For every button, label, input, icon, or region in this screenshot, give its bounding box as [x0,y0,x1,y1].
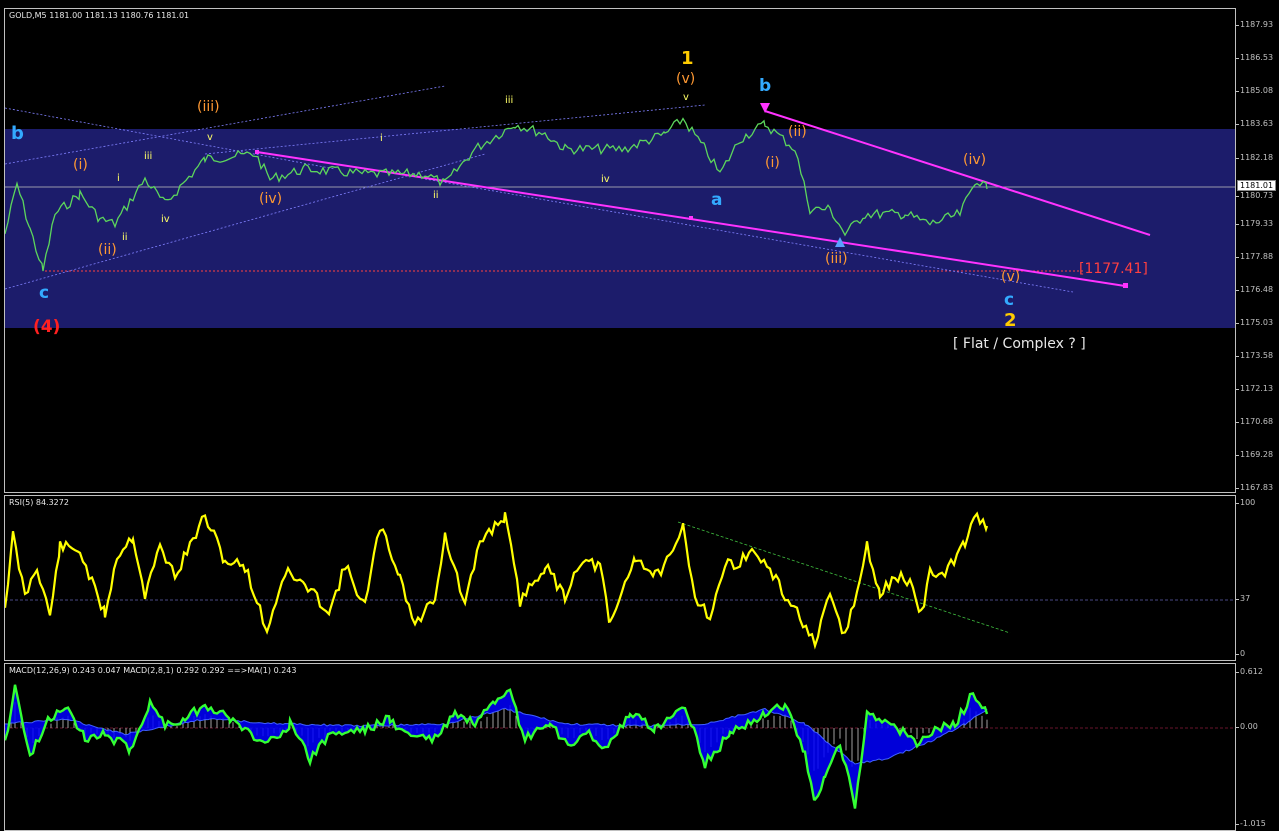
wave-label-ii-small: ii [122,232,128,243]
price-tick: 1172.13 [1235,384,1274,393]
price-tick: 1186.53 [1235,53,1274,62]
rsi-svg [5,511,1235,650]
wave-label-a: a [711,190,723,210]
wave-label-one: 1 [681,48,694,69]
wave-label-i-small: i [117,173,120,184]
wave-label-b-right: b [759,76,772,96]
price-tick: 1177.88 [1235,252,1274,261]
wave-label-ii-small-2: ii [433,190,439,201]
price-tick: 1182.18 [1235,153,1274,162]
wave-label-iv-paren-2: (iv) [963,152,987,168]
target-level-label: [1177.41] [1079,261,1148,277]
macd-scale: 0.612 0.00 -1.015 [1236,663,1279,831]
rsi-pane[interactable]: RSI(5) 84.3272 [4,495,1236,661]
wave-label-iv-small-2: iv [601,174,610,185]
macd-tick: 0.612 [1236,667,1263,676]
macd-series [5,684,989,809]
wave-label-c-left: c [39,283,50,303]
wave-label-iii-paren: (iii) [197,99,220,115]
wave-label-c-right: c [1004,290,1015,310]
rsi-series [5,511,989,650]
symbol-header: GOLD,M5 1181.00 1181.13 1180.76 1181.01 [9,11,190,20]
wave-label-i-paren-2: (i) [765,155,780,171]
price-tick: 1167.83 [1235,483,1274,492]
rsi-tick: 0 [1235,649,1246,658]
terminal-window: GOLD,M5 1181.00 1181.13 1180.76 1181.01 … [0,0,1279,831]
wave-label-v-paren-top: (v) [676,71,696,87]
price-tick: 1180.73 [1235,191,1274,200]
rsi-tick: 100 [1235,498,1256,507]
price-chart-pane[interactable]: GOLD,M5 1181.00 1181.13 1180.76 1181.01 … [4,8,1236,493]
macd-pane[interactable]: MACD(12,26,9) 0.243 0.047 MACD(2,8,1) 0.… [4,663,1236,831]
wave-label-v-paren-2: (v) [1001,269,1021,285]
wave-label-v-small: v [207,132,213,143]
price-tick: 1176.48 [1235,285,1274,294]
rsi-trendline [677,521,1011,634]
rsi-tick: 37 [1235,594,1251,603]
macd-tick: 0.00 [1236,722,1258,731]
rsi-scale: 100 37 0 [1235,495,1279,661]
wave-label-ii-paren-2: (ii) [788,124,807,140]
wave-label-ii-paren: (ii) [98,242,117,258]
macd-tick: -1.015 [1236,819,1266,828]
wave-label-v-small-2: v [683,92,689,103]
trendline-anchor [1123,283,1128,288]
trendline-anchor [255,150,259,154]
price-tick: 1173.58 [1235,351,1274,360]
rsi-header: RSI(5) 84.3272 [9,498,69,507]
macd-svg [5,684,1235,809]
wave-label-i-small-2: i [380,133,383,144]
wave-label-i-paren: (i) [73,157,88,173]
macd-header: MACD(12,26,9) 0.243 0.047 MACD(2,8,1) 0.… [9,666,297,675]
price-tick: 1170.68 [1235,417,1274,426]
wave-label-b-left: b [11,123,24,144]
flat-complex-note: [ Flat / Complex ? ] [953,336,1086,352]
trendline-anchor [689,216,693,220]
wave-label-two: 2 [1004,310,1017,331]
current-price-box: 1181.01 [1237,180,1277,191]
wave-label-iii-small-2: iii [505,95,514,106]
price-tick: 1183.63 [1235,119,1274,128]
wave-label-iii-small: iii [144,151,153,162]
wave-zone-band [5,129,1235,328]
price-chart-svg [5,85,1235,328]
price-tick: 1175.03 [1235,318,1274,327]
price-tick: 1187.93 [1235,20,1274,29]
price-tick: 1185.08 [1235,86,1274,95]
price-tick: 1179.33 [1235,219,1274,228]
wave-label-iv-paren: (iv) [259,191,283,207]
price-tick: 1169.28 [1235,450,1274,459]
wave-label-iv-small: iv [161,214,170,225]
wave-label-four: (4) [33,317,61,337]
price-scale: 1187.93 1186.53 1185.08 1183.63 1182.18 … [1235,8,1279,493]
wave-label-iii-paren-2: (iii) [825,251,848,267]
